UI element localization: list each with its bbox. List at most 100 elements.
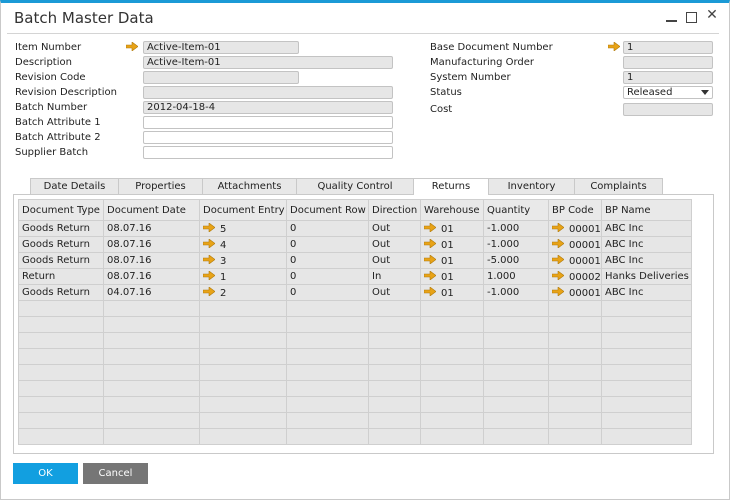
column-header-bp-name[interactable]: BP Name: [601, 199, 692, 221]
tab-attachments[interactable]: Attachments: [202, 178, 297, 194]
empty-table-row[interactable]: [18, 300, 692, 317]
cell-document-entry[interactable]: 2: [199, 284, 287, 301]
empty-cell[interactable]: [18, 300, 104, 317]
empty-cell[interactable]: [483, 316, 549, 333]
empty-cell[interactable]: [286, 348, 369, 365]
item-number-link-arrow-icon[interactable]: [126, 42, 138, 51]
maximize-button[interactable]: [683, 9, 699, 23]
cell-bp-name[interactable]: ABC Inc: [601, 252, 692, 269]
link-arrow-icon[interactable]: [551, 269, 565, 283]
column-header-quantity[interactable]: Quantity: [483, 199, 549, 221]
empty-cell[interactable]: [483, 396, 549, 413]
empty-cell[interactable]: [483, 364, 549, 381]
empty-cell[interactable]: [601, 380, 692, 397]
batch-number-field[interactable]: 2012-04-18-4: [143, 101, 393, 114]
cell-document-date[interactable]: 08.07.16: [103, 268, 200, 285]
base-document-link-arrow-icon[interactable]: [608, 42, 620, 51]
batch-attribute-2-field[interactable]: [143, 131, 393, 144]
empty-cell[interactable]: [368, 332, 421, 349]
empty-cell[interactable]: [420, 380, 484, 397]
cell-direction[interactable]: In: [368, 268, 421, 285]
empty-cell[interactable]: [601, 396, 692, 413]
cell-document-date[interactable]: 04.07.16: [103, 284, 200, 301]
table-row[interactable]: Return 08.07.16 1 0 In 01 1.000 00002 Hanks Deli…: [18, 268, 692, 285]
cell-document-entry[interactable]: 5: [199, 220, 287, 237]
empty-cell[interactable]: [286, 316, 369, 333]
empty-cell[interactable]: [199, 348, 287, 365]
link-arrow-icon[interactable]: [202, 221, 216, 235]
column-header-document-date[interactable]: Document Date: [103, 199, 200, 221]
empty-cell[interactable]: [199, 364, 287, 381]
cell-document-entry[interactable]: 3: [199, 252, 287, 269]
link-arrow-icon[interactable]: [551, 285, 565, 299]
cell-direction[interactable]: Out: [368, 284, 421, 301]
table-row[interactable]: Goods Return 04.07.16 2 0 Out 01 -1.000 00001 AB…: [18, 284, 692, 301]
empty-cell[interactable]: [548, 428, 602, 445]
empty-cell[interactable]: [199, 396, 287, 413]
empty-cell[interactable]: [199, 300, 287, 317]
empty-table-row[interactable]: [18, 428, 692, 445]
cell-document-type[interactable]: Goods Return: [18, 252, 104, 269]
cell-warehouse[interactable]: 01: [420, 284, 484, 301]
cell-document-row[interactable]: 0: [286, 268, 369, 285]
empty-table-row[interactable]: [18, 396, 692, 413]
empty-cell[interactable]: [601, 412, 692, 429]
cell-document-type[interactable]: Return: [18, 268, 104, 285]
cell-document-entry[interactable]: 1: [199, 268, 287, 285]
column-header-bp-code[interactable]: BP Code: [548, 199, 602, 221]
description-field[interactable]: Active-Item-01: [143, 56, 393, 69]
tab-date-details[interactable]: Date Details: [30, 178, 119, 194]
empty-cell[interactable]: [548, 300, 602, 317]
cell-quantity[interactable]: -1.000: [483, 236, 549, 253]
empty-cell[interactable]: [368, 396, 421, 413]
cell-quantity[interactable]: 1.000: [483, 268, 549, 285]
column-header-warehouse[interactable]: Warehouse: [420, 199, 484, 221]
empty-cell[interactable]: [548, 364, 602, 381]
link-arrow-icon[interactable]: [423, 253, 437, 267]
empty-cell[interactable]: [103, 380, 200, 397]
cell-direction[interactable]: Out: [368, 236, 421, 253]
link-arrow-icon[interactable]: [202, 269, 216, 283]
empty-cell[interactable]: [286, 380, 369, 397]
cell-document-row[interactable]: 0: [286, 236, 369, 253]
manufacturing-order-field[interactable]: [623, 56, 713, 69]
tab-complaints[interactable]: Complaints: [574, 178, 663, 194]
empty-cell[interactable]: [368, 316, 421, 333]
cell-document-row[interactable]: 0: [286, 284, 369, 301]
link-arrow-icon[interactable]: [551, 221, 565, 235]
cell-bp-name[interactable]: ABC Inc: [601, 220, 692, 237]
empty-table-row[interactable]: [18, 364, 692, 381]
empty-cell[interactable]: [483, 300, 549, 317]
cell-direction[interactable]: Out: [368, 252, 421, 269]
table-row[interactable]: Goods Return 08.07.16 4 0 Out 01 -1.000 00001 AB…: [18, 236, 692, 253]
empty-cell[interactable]: [18, 412, 104, 429]
cost-field[interactable]: [623, 103, 713, 116]
batch-attribute-1-field[interactable]: [143, 116, 393, 129]
cell-bp-code[interactable]: 00001: [548, 236, 602, 253]
empty-cell[interactable]: [199, 412, 287, 429]
cell-document-date[interactable]: 08.07.16: [103, 252, 200, 269]
cell-bp-code[interactable]: 00002: [548, 268, 602, 285]
link-arrow-icon[interactable]: [423, 269, 437, 283]
empty-cell[interactable]: [483, 348, 549, 365]
empty-cell[interactable]: [103, 396, 200, 413]
cell-document-type[interactable]: Goods Return: [18, 236, 104, 253]
status-dropdown[interactable]: Released: [623, 86, 713, 99]
cell-document-date[interactable]: 08.07.16: [103, 220, 200, 237]
empty-cell[interactable]: [420, 332, 484, 349]
empty-cell[interactable]: [103, 348, 200, 365]
cell-warehouse[interactable]: 01: [420, 220, 484, 237]
empty-cell[interactable]: [199, 332, 287, 349]
empty-cell[interactable]: [103, 300, 200, 317]
cell-direction[interactable]: Out: [368, 220, 421, 237]
cell-document-date[interactable]: 08.07.16: [103, 236, 200, 253]
empty-cell[interactable]: [103, 428, 200, 445]
revision-description-field[interactable]: [143, 86, 393, 99]
empty-cell[interactable]: [18, 316, 104, 333]
cell-document-row[interactable]: 0: [286, 220, 369, 237]
cell-bp-code[interactable]: 00001: [548, 284, 602, 301]
empty-cell[interactable]: [103, 316, 200, 333]
empty-cell[interactable]: [103, 364, 200, 381]
cell-document-type[interactable]: Goods Return: [18, 284, 104, 301]
empty-table-row[interactable]: [18, 412, 692, 429]
